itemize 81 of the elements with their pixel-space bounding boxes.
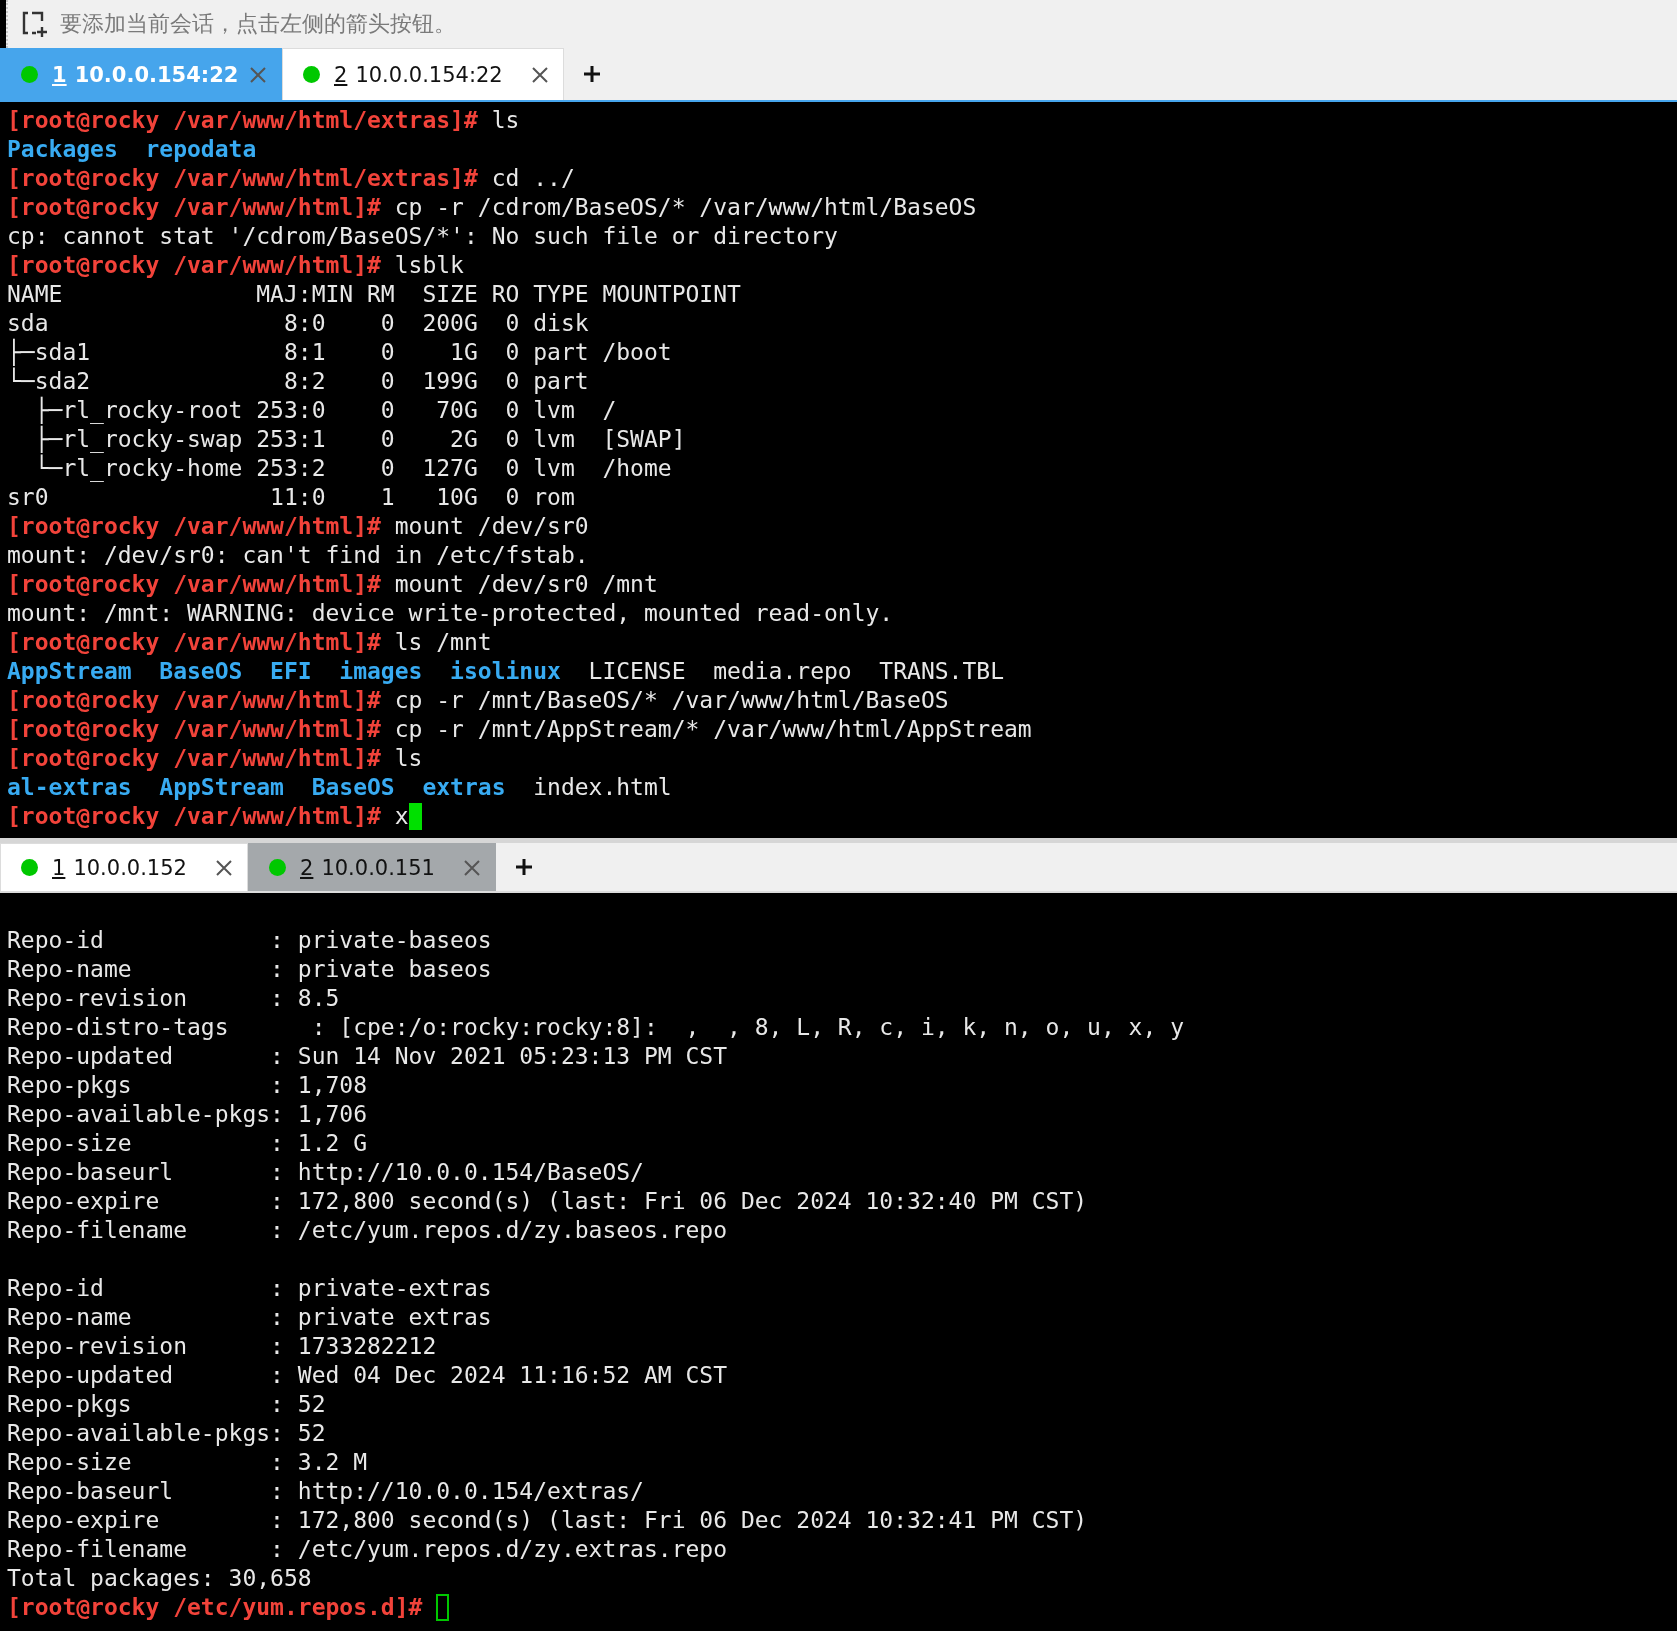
output-text: Repo-distro-tags : [cpe:/o:rocky:rocky:8]: , , 8, L, R, c, i, k, n, o, u, x, y [7, 1013, 1184, 1042]
output-text: NAME MAJ:MIN RM SIZE RO TYPE MOUNTPOINT [7, 280, 741, 309]
status-dot [21, 66, 38, 83]
notice-text: 要添加当前会话，点击左侧的箭头按钮。 [60, 10, 456, 38]
shell-prompt: [root@rocky /var/www/html]# [7, 744, 381, 773]
status-dot [269, 859, 286, 876]
shell-prompt: [root@rocky /var/www/html]# [7, 193, 381, 222]
output-text: Total packages: 30,658 [7, 1564, 312, 1593]
output-text: cp: cannot stat '/cdrom/BaseOS/*': No such file or directory [7, 222, 838, 251]
output-text: Repo-updated : Sun 14 Nov 2021 05:23:13 PM CST [7, 1042, 728, 1071]
output-text: Repo-pkgs : 1,708 [7, 1071, 368, 1100]
close-icon[interactable] [215, 858, 233, 877]
output-text: index.html [533, 773, 672, 802]
output-text: Repo-updated : Wed 04 Dec 2024 11:16:52 AM CST [7, 1361, 728, 1390]
output-text: Repo-revision : 8.5 [7, 984, 340, 1013]
command-text: mount /dev/sr0 [394, 512, 589, 541]
output-text: sda 8:0 0 200G 0 disk [7, 309, 589, 338]
shell-prompt: [root@rocky /var/www/html]# [7, 251, 381, 280]
output-text: Repo-expire : 172,800 second(s) (last: Fri 06 Dec 2024 10:32:40 PM CST) [7, 1187, 1088, 1216]
shell-prompt: [root@rocky /var/www/html]# [7, 802, 381, 831]
directory-name: Packages [7, 135, 118, 164]
output-text: ├─rl_rocky-swap 253:1 0 2G 0 lvm [SWAP] [7, 425, 686, 454]
output-text: Repo-filename : /etc/yum.repos.d/zy.extras.repo [7, 1535, 728, 1564]
output-text: ├─sda1 8:1 0 1G 0 part /boot [7, 338, 672, 367]
output-text: mount: /dev/sr0: can't find in /etc/fstab. [7, 541, 589, 570]
output-text: Repo-available-pkgs: 1,706 [7, 1100, 368, 1129]
session-tab[interactable]: 2 10.0.0.154:22 [282, 48, 564, 100]
output-text: Repo-size : 3.2 M [7, 1448, 368, 1477]
shell-prompt: [root@rocky /var/www/html]# [7, 715, 381, 744]
directory-name: BaseOS [311, 773, 395, 802]
output-text: mount: /mnt: WARNING: device write-protected, mounted read-only. [7, 599, 894, 628]
command-text: mount /dev/sr0 /mnt [394, 570, 658, 599]
directory-name: images [339, 657, 423, 686]
shell-prompt: [root@rocky /var/www/html]# [7, 628, 381, 657]
close-icon[interactable] [531, 65, 549, 84]
output-text: Repo-name : private extras [7, 1303, 492, 1332]
command-text: x [394, 802, 409, 831]
output-text: Repo-baseurl : http://10.0.0.154/extras/ [7, 1477, 644, 1506]
directory-name: isolinux [450, 657, 561, 686]
command-text: cp -r /cdrom/BaseOS/* /var/www/html/BaseOS [394, 193, 977, 222]
directory-name: al-extras [7, 773, 132, 802]
output-text: sr0 11:0 1 10G 0 rom [7, 483, 575, 512]
output-text: Repo-size : 1.2 G [7, 1129, 368, 1158]
output-text: LICENSE media.repo TRANS.TBL [588, 657, 1004, 686]
output-text: Repo-available-pkgs: 52 [7, 1419, 326, 1448]
directory-name: extras [422, 773, 506, 802]
command-text: cd ../ [491, 164, 575, 193]
output-text: Repo-id : private-extras [7, 1274, 492, 1303]
shell-prompt: [root@rocky /var/www/html/extras]# [7, 164, 478, 193]
command-text: ls [394, 744, 423, 773]
command-text: lsblk [394, 251, 464, 280]
directory-name: AppStream [159, 773, 284, 802]
shell-prompt: [root@rocky /var/www/html]# [7, 686, 381, 715]
command-text: ls /mnt [394, 628, 492, 657]
session-tab[interactable]: 1 10.0.0.152 [0, 843, 248, 891]
directory-name: repodata [145, 135, 257, 164]
directory-name: AppStream [7, 657, 132, 686]
output-text: └─rl_rocky-home 253:2 0 127G 0 lvm /home [33, 454, 672, 483]
add-session-icon [20, 10, 50, 38]
output-text: Repo-revision : 1733282212 [7, 1332, 437, 1361]
directory-name: EFI [270, 657, 312, 686]
shell-prompt: [root@rocky /var/www/html]# [7, 512, 381, 541]
command-text: cp -r /mnt/AppStream/* /var/www/html/AppStream [394, 715, 1032, 744]
output-text: ├─rl_rocky-root 253:0 0 70G 0 lvm / [7, 396, 617, 425]
output-text: Repo-baseurl : http://10.0.0.154/BaseOS/ [7, 1158, 644, 1187]
output-text: Repo-id : private-baseos [7, 926, 492, 955]
status-dot [303, 66, 320, 83]
command-text: cp -r /mnt/BaseOS/* /var/www/html/BaseOS [394, 686, 949, 715]
output-text: └─sda2 8:2 0 199G 0 part [7, 367, 589, 396]
output-text: Repo-pkgs : 52 [7, 1390, 326, 1419]
output-text: Repo-name : private baseos [7, 955, 492, 984]
shell-prompt: [root@rocky /var/www/html]# [7, 570, 381, 599]
output-text: Repo-filename : /etc/yum.repos.d/zy.baseos.repo [7, 1216, 728, 1245]
shell-prompt: [root@rocky /var/www/html/extras]# [7, 106, 478, 135]
close-icon[interactable] [463, 858, 481, 877]
output-text: Repo-expire : 172,800 second(s) (last: Fri 06 Dec 2024 10:32:41 PM CST) [7, 1506, 1088, 1535]
directory-name: BaseOS [159, 657, 243, 686]
status-dot [21, 859, 38, 876]
shell-prompt: [root@rocky /etc/yum.repos.d]# [7, 1593, 423, 1622]
command-text: ls [491, 106, 520, 135]
session-tab[interactable]: 2 10.0.0.151 [248, 843, 496, 891]
